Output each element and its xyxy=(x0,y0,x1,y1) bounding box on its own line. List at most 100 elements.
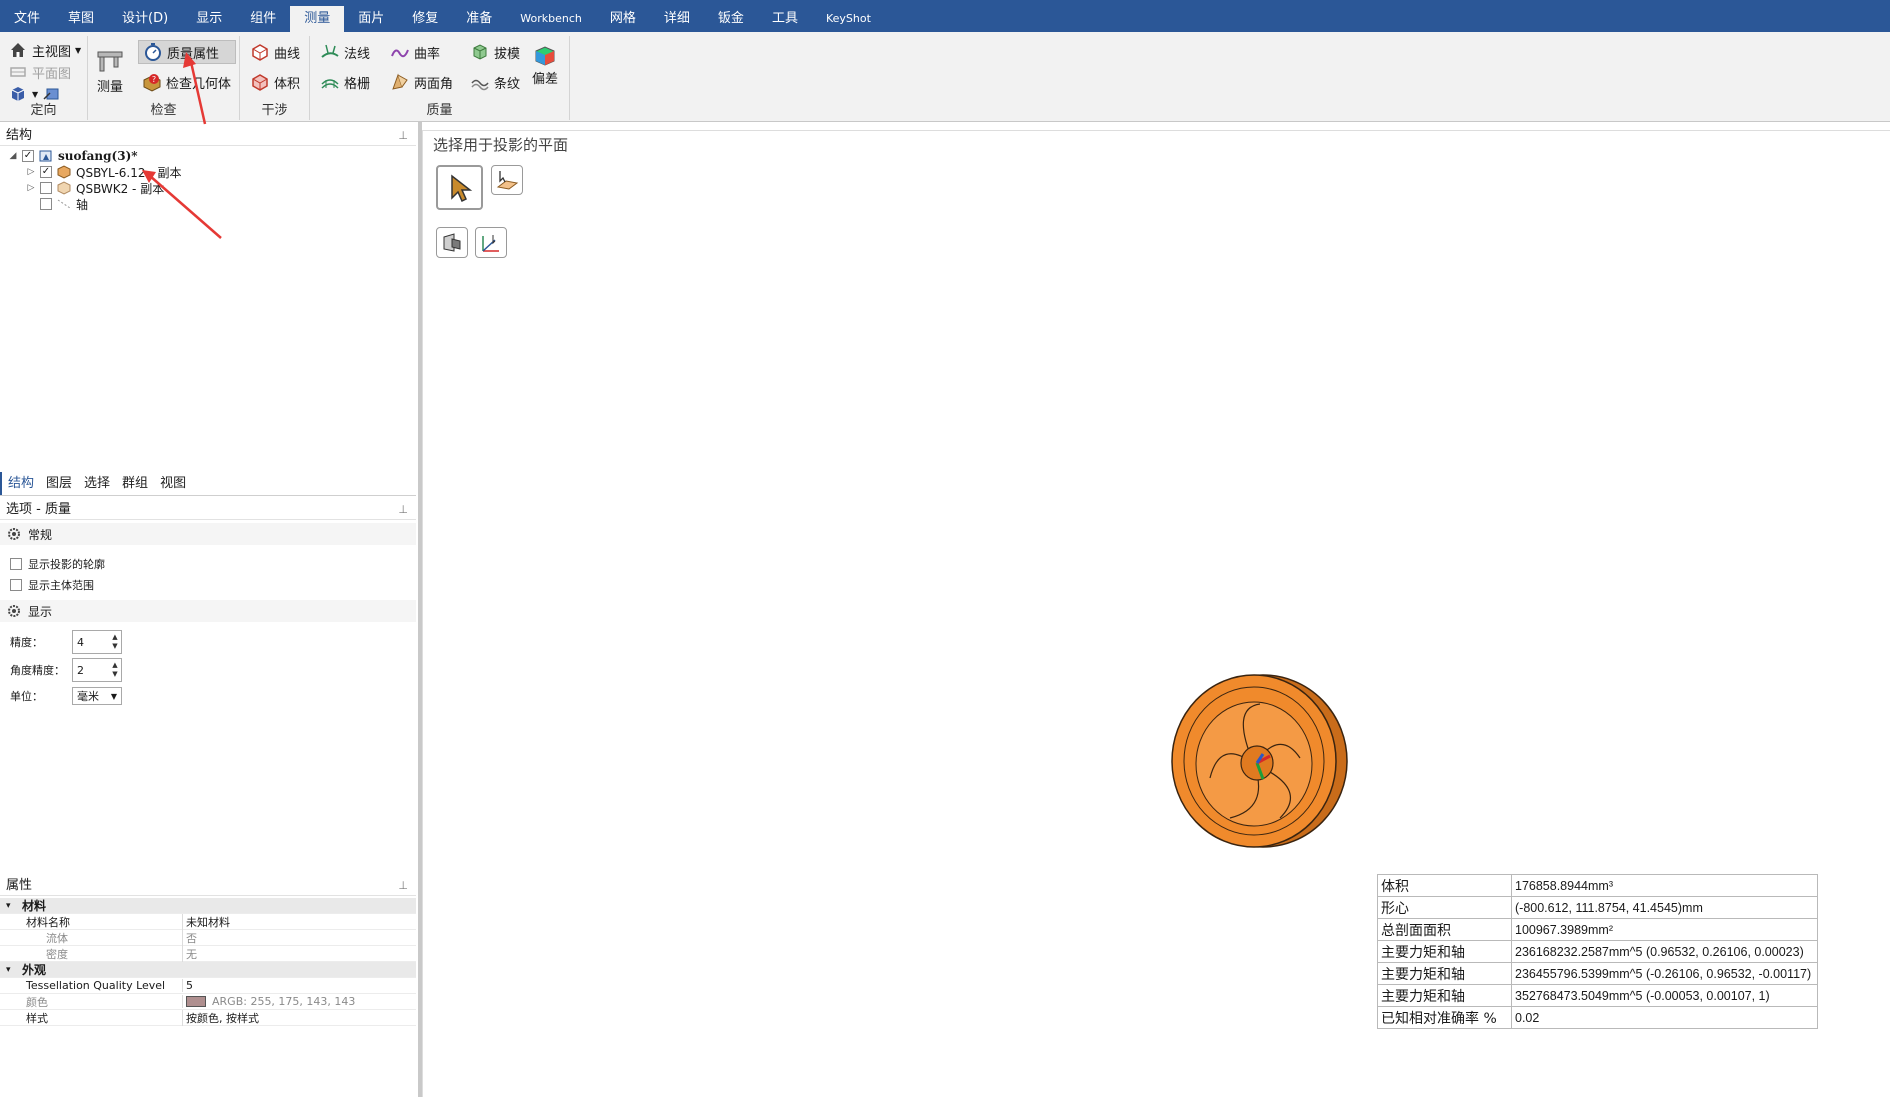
property-value: ARGB: 255, 175, 143, 143 xyxy=(182,995,416,1008)
menu-sheetmetal[interactable]: 钣金 xyxy=(704,6,758,32)
select-tool-button[interactable] xyxy=(436,165,483,210)
angle-precision-stepper[interactable]: 2 ▲ ▼ xyxy=(72,658,122,682)
precision-stepper[interactable]: 4 ▲ ▼ xyxy=(72,630,122,654)
select-plane-tool-button[interactable] xyxy=(491,165,523,195)
show-body-range-label: 显示主体范围 xyxy=(28,579,94,592)
annotation-arrows xyxy=(142,52,222,239)
unit-select[interactable]: 毫米 ▼ xyxy=(72,687,122,705)
draft-button[interactable]: 拔模 xyxy=(466,40,524,64)
display-section-label: 显示 xyxy=(28,604,53,619)
result-row: 体积 176858.8944mm³ xyxy=(1377,874,1818,897)
property-row[interactable]: 颜色 ARGB: 255, 175, 143, 143 xyxy=(0,994,416,1010)
property-value: 无 xyxy=(182,945,416,962)
unit-value: 毫米 xyxy=(77,690,99,703)
mass-properties-results: 体积 176858.8944mm³ 形心 (-800.612, 111.8754, … xyxy=(1377,874,1818,1029)
tab-structure[interactable]: 结构 xyxy=(0,472,40,495)
result-key: 形心 xyxy=(1377,896,1512,919)
axis-tool-button[interactable] xyxy=(475,227,507,258)
angle-precision-row: 角度精度： 2 ▲ ▼ xyxy=(10,658,122,682)
show-body-range-checkbox[interactable] xyxy=(10,579,22,591)
menu-mesh[interactable]: 网格 xyxy=(596,6,650,32)
material-category[interactable]: ▾ 材料 xyxy=(0,898,416,914)
appearance-category-label: 外观 xyxy=(22,963,47,977)
tab-views[interactable]: 视图 xyxy=(154,472,192,495)
color-value: ARGB: 255, 175, 143, 143 xyxy=(212,995,356,1008)
precision-value: 4 xyxy=(77,635,84,649)
material-category-label: 材料 xyxy=(22,899,47,913)
general-section-header[interactable]: 常规 xyxy=(0,523,416,545)
axis-triad-icon xyxy=(482,234,499,252)
menu-tools[interactable]: 工具 xyxy=(758,6,812,32)
stripes-button[interactable]: 条纹 xyxy=(466,70,524,94)
result-key: 总剖面面积 xyxy=(1377,918,1512,941)
projection-tool-button[interactable] xyxy=(436,227,468,258)
result-row: 主要力矩和轴 236455796.5399mm^5 (-0.26106, 0.96… xyxy=(1377,962,1818,985)
stripes-icon xyxy=(471,79,489,91)
result-value: 352768473.5049mm^5 (-0.00053, 0.00107, 1… xyxy=(1511,984,1818,1007)
result-row: 主要力矩和轴 236168232.2587mm^5 (0.96532, 0.261… xyxy=(1377,940,1818,963)
precision-label: 精度： xyxy=(10,636,43,649)
show-projection-outline-checkbox[interactable] xyxy=(10,558,22,570)
options-panel-title: 选项 - 质量 xyxy=(6,502,71,517)
tab-selection[interactable]: 选择 xyxy=(78,472,116,495)
pin-icon[interactable]: ⊥ xyxy=(398,876,408,896)
properties-panel-title: 属性 xyxy=(6,878,33,893)
result-value: 236168232.2587mm^5 (0.96532, 0.26106, 0.… xyxy=(1511,940,1818,963)
pointer-arrow-icon xyxy=(450,173,472,202)
property-row[interactable]: 样式 按颜色, 按样式 xyxy=(0,1009,416,1026)
show-projection-outline-option[interactable]: 显示投影的轮廓 xyxy=(10,556,105,572)
property-row[interactable]: 流体 否 xyxy=(0,929,416,946)
menu-prepare[interactable]: 准备 xyxy=(452,6,506,32)
options-panel-header: 选项 - 质量 ⊥ xyxy=(0,500,416,520)
collapse-icon[interactable]: ▾ xyxy=(0,901,22,911)
result-row: 总剖面面积 100967.3989mm² xyxy=(1377,918,1818,941)
result-key: 主要力矩和轴 xyxy=(1377,984,1512,1007)
property-value: 否 xyxy=(182,929,416,946)
property-row[interactable]: 密度 无 xyxy=(0,945,416,962)
property-key: 材料名称 xyxy=(26,915,70,929)
impeller-model[interactable] xyxy=(1160,668,1350,858)
property-key: 流体 xyxy=(46,931,68,945)
appearance-category[interactable]: ▾ 外观 xyxy=(0,962,416,978)
result-value: 100967.3989mm² xyxy=(1511,918,1818,941)
show-projection-outline-label: 显示投影的轮廓 xyxy=(28,558,105,571)
stepper-arrows-icon[interactable]: ▲ ▼ xyxy=(109,661,121,679)
stripes-label: 条纹 xyxy=(494,76,521,92)
unit-label: 单位： xyxy=(10,690,43,703)
deviation-button[interactable]: 偏差 xyxy=(532,44,558,87)
display-section-header[interactable]: 显示 xyxy=(0,600,416,622)
result-row: 主要力矩和轴 352768473.5049mm^5 (-0.00053, 0.00… xyxy=(1377,984,1818,1007)
property-key: 样式 xyxy=(26,1011,48,1025)
pin-icon[interactable]: ⊥ xyxy=(398,500,408,520)
draft-label: 拔模 xyxy=(494,46,521,62)
property-key: 颜色 xyxy=(26,995,48,1009)
annotation-arrowhead xyxy=(183,52,196,68)
tab-layers[interactable]: 图层 xyxy=(40,472,78,495)
deviation-label: 偏差 xyxy=(532,72,559,87)
plane-select-icon xyxy=(496,171,519,190)
unit-row: 单位： 毫米 ▼ xyxy=(10,687,122,705)
menu-workbench[interactable]: Workbench xyxy=(506,6,596,32)
result-key: 主要力矩和轴 xyxy=(1377,940,1512,963)
property-row[interactable]: Tessellation Quality Level 5 xyxy=(0,978,416,994)
gear-icon xyxy=(8,605,20,617)
result-value: 0.02 xyxy=(1511,1006,1818,1029)
show-body-range-option[interactable]: 显示主体范围 xyxy=(10,577,94,593)
result-row: 形心 (-800.612, 111.8754, 41.4545)mm xyxy=(1377,896,1818,919)
collapse-icon[interactable]: ▾ xyxy=(0,965,22,975)
color-swatch[interactable] xyxy=(186,996,206,1007)
result-row: 已知相对准确率 % 0.02 xyxy=(1377,1006,1818,1029)
menu-keyshot[interactable]: KeyShot xyxy=(812,6,885,32)
tab-groups[interactable]: 群组 xyxy=(116,472,154,495)
result-key: 体积 xyxy=(1377,874,1512,897)
menu-detail[interactable]: 详细 xyxy=(650,6,704,32)
projection-icon xyxy=(443,232,461,252)
result-key: 主要力矩和轴 xyxy=(1377,962,1512,985)
deviation-icon xyxy=(535,46,555,66)
angle-precision-label: 角度精度： xyxy=(10,664,65,677)
gear-icon xyxy=(8,528,20,540)
result-value: 236455796.5399mm^5 (-0.26106, 0.96532, -… xyxy=(1511,962,1818,985)
panel-tabs: 结构 图层 选择 群组 视图 xyxy=(0,472,416,496)
property-row[interactable]: 材料名称 未知材料 xyxy=(0,913,416,930)
stepper-arrows-icon[interactable]: ▲ ▼ xyxy=(109,633,121,651)
